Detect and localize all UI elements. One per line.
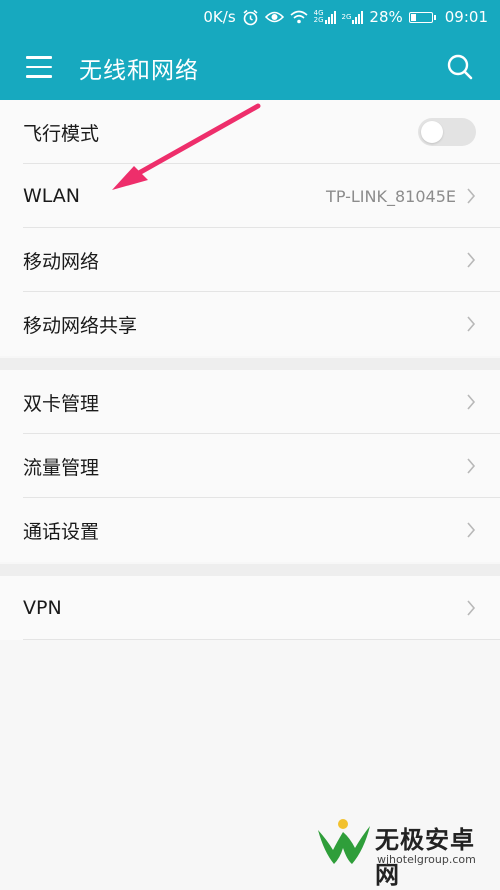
airplane-mode-row[interactable]: 飞行模式 — [0, 100, 500, 164]
signal-icon: 4G 2G — [314, 10, 336, 24]
airplane-mode-toggle[interactable] — [418, 118, 476, 146]
watermark-logo — [318, 819, 370, 864]
tethering-row[interactable]: 移动网络共享 — [0, 292, 500, 356]
watermark: 无极安卓网 wjhotelgroup.com — [312, 812, 492, 889]
data-usage-label: 流量管理 — [23, 456, 100, 479]
chevron-right-icon — [467, 394, 476, 410]
mobile-network-label: 移动网络 — [23, 250, 100, 273]
search-icon[interactable] — [446, 53, 474, 81]
tethering-label: 移动网络共享 — [23, 314, 138, 337]
app-bar: 无线和网络 — [0, 34, 500, 100]
chevron-right-icon — [467, 522, 476, 538]
dual-sim-row[interactable]: 双卡管理 — [0, 370, 500, 434]
watermark-url: wjhotelgroup.com — [377, 853, 476, 866]
wifi-icon — [290, 10, 308, 24]
wlan-row[interactable]: WLAN TP-LINK_81045E — [0, 164, 500, 228]
vpn-row[interactable]: VPN — [0, 576, 500, 640]
chevron-right-icon — [467, 316, 476, 332]
mobile-network-row[interactable]: 移动网络 — [0, 228, 500, 292]
menu-icon[interactable] — [26, 56, 52, 78]
network-speed: 0K/s — [203, 8, 236, 26]
chevron-right-icon — [467, 188, 476, 204]
status-bar: 0K/s 4G 2G 2G 28% 09:01 — [0, 0, 500, 34]
chevron-right-icon — [467, 252, 476, 268]
settings-group-2: 双卡管理 流量管理 通话设置 — [0, 370, 500, 562]
dual-sim-label: 双卡管理 — [23, 392, 100, 415]
section-divider — [0, 564, 500, 576]
chevron-right-icon — [467, 600, 476, 616]
data-usage-row[interactable]: 流量管理 — [0, 434, 500, 498]
call-settings-label: 通话设置 — [23, 520, 100, 543]
call-settings-row[interactable]: 通话设置 — [0, 498, 500, 562]
vpn-label: VPN — [23, 597, 62, 619]
chevron-right-icon — [467, 458, 476, 474]
eye-icon — [264, 10, 284, 24]
wlan-label: WLAN — [23, 185, 81, 207]
settings-group-3: VPN — [0, 576, 500, 640]
alarm-icon — [242, 9, 259, 26]
battery-icon — [408, 11, 436, 23]
page-title: 无线和网络 — [79, 58, 199, 84]
wlan-value: TP-LINK_81045E — [326, 186, 456, 206]
settings-group-1: 飞行模式 WLAN TP-LINK_81045E 移动网络 移动网络共享 — [0, 100, 500, 356]
signal-icon-2: 2G — [342, 10, 364, 24]
battery-percent: 28% — [369, 8, 403, 26]
airplane-mode-label: 飞行模式 — [23, 122, 100, 145]
clock: 09:01 — [444, 8, 488, 26]
section-divider — [0, 358, 500, 370]
